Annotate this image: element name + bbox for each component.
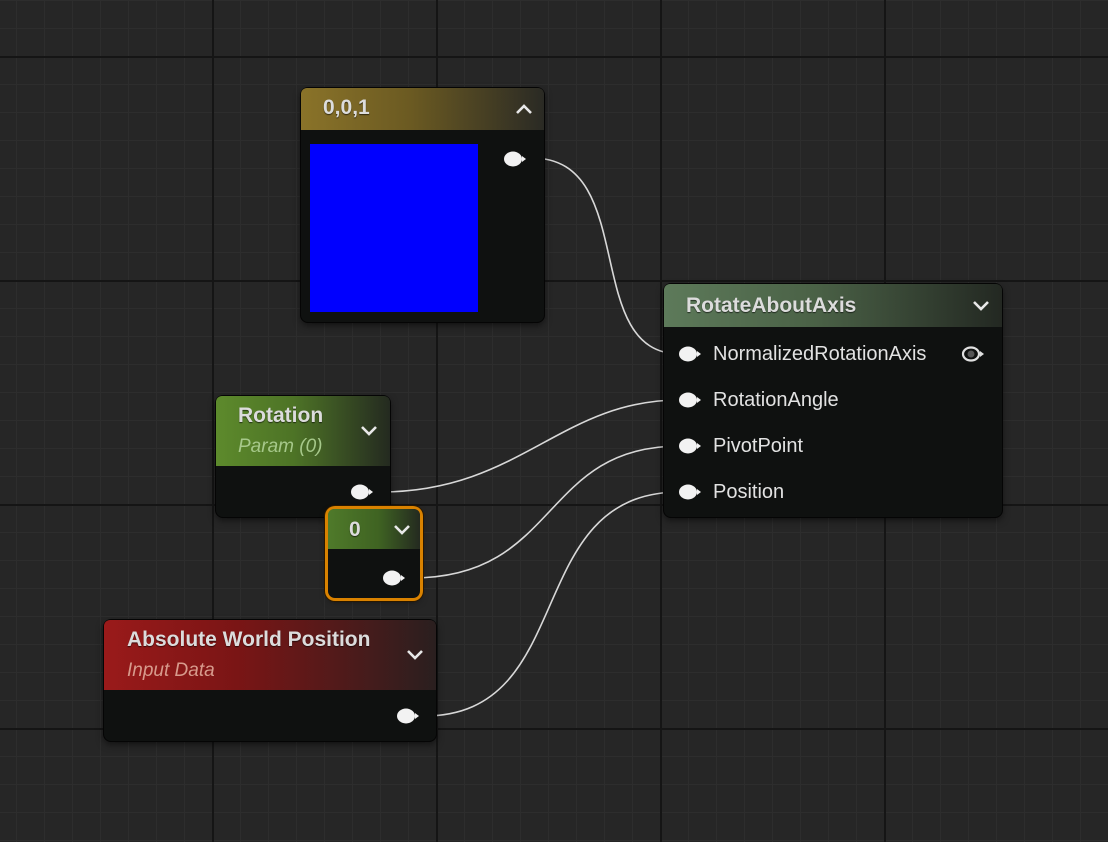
node-title: RotateAboutAxis	[686, 294, 857, 317]
constant-vector-node[interactable]: 0,0,1	[301, 88, 544, 322]
node-header[interactable]: Absolute World Position Input Data	[104, 620, 436, 690]
chevron-down-icon[interactable]	[970, 294, 992, 316]
input-pin-icon[interactable]	[678, 392, 702, 408]
rotation-param-node[interactable]: Rotation Param (0)	[216, 396, 390, 517]
output-pin-icon[interactable]	[382, 570, 406, 586]
node-title: 0	[349, 518, 361, 541]
wire-axis	[531, 157, 681, 355]
rotate-about-axis-node[interactable]: RotateAboutAxis NormalizedRotationAxis R…	[664, 284, 1002, 517]
absolute-world-position-node[interactable]: Absolute World Position Input Data	[104, 620, 436, 741]
wire-rotation-angle	[379, 399, 681, 493]
node-title: Rotation	[238, 404, 324, 427]
chevron-down-icon[interactable]	[358, 419, 380, 441]
pin-label-pivot-point: PivotPoint	[713, 435, 804, 457]
node-subtitle: Param (0)	[238, 436, 323, 457]
pin-label-normalized-rotation-axis: NormalizedRotationAxis	[713, 343, 927, 365]
chevron-down-icon[interactable]	[391, 518, 413, 540]
node-title: Absolute World Position	[127, 628, 371, 651]
output-pin-icon[interactable]	[396, 708, 420, 724]
pin-label-position: Position	[713, 481, 785, 503]
node-subtitle: Input Data	[127, 660, 215, 681]
input-pin-icon[interactable]	[678, 346, 702, 362]
node-header[interactable]: 0,0,1	[301, 88, 544, 130]
constant-zero-node[interactable]: 0	[328, 509, 420, 598]
wire-pivot	[411, 445, 681, 579]
hollow-pin-icon[interactable]	[961, 346, 985, 362]
node-header[interactable]: Rotation Param (0)	[216, 396, 390, 466]
wire-position	[423, 491, 681, 717]
pin-label-rotation-angle: RotationAngle	[713, 389, 839, 411]
output-pin-icon[interactable]	[350, 484, 374, 500]
node-header[interactable]: RotateAboutAxis	[664, 284, 1002, 327]
output-pin-icon[interactable]	[503, 151, 527, 167]
input-pin-icon[interactable]	[678, 484, 702, 500]
input-pin-icon[interactable]	[678, 438, 702, 454]
color-preview-swatch	[310, 144, 478, 312]
chevron-down-icon[interactable]	[404, 643, 426, 665]
node-title: 0,0,1	[323, 96, 370, 119]
chevron-up-icon[interactable]	[513, 98, 535, 120]
node-header[interactable]: 0	[328, 509, 420, 549]
